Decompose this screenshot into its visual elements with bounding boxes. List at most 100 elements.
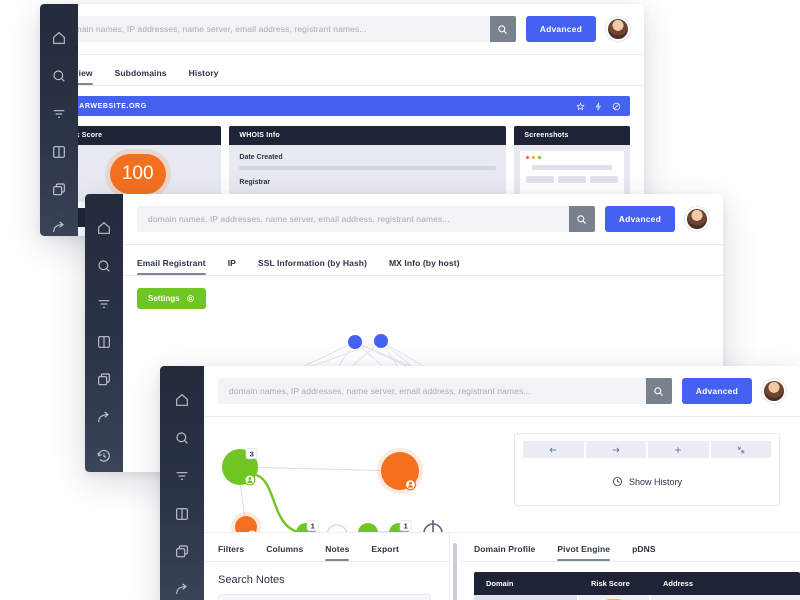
advanced-button[interactable]: Advanced bbox=[681, 378, 752, 404]
search-input[interactable]: domain names, IP addresses, name server,… bbox=[137, 206, 569, 232]
tab-notes[interactable]: Notes bbox=[325, 544, 350, 561]
win3-pane: domain names, IP addresses, name server,… bbox=[204, 366, 800, 600]
card-title: Screenshots bbox=[514, 126, 631, 145]
search-button[interactable] bbox=[489, 16, 516, 42]
tab-email-registrant[interactable]: Email Registrant bbox=[137, 258, 206, 275]
graph-edge bbox=[255, 473, 307, 532]
win2-tabs: Email Registrant IP SSL Information (by … bbox=[123, 245, 723, 275]
win1-search-row: domain names, IP addresses, name server,… bbox=[40, 4, 644, 54]
tab-pdns[interactable]: pDNS bbox=[632, 544, 656, 561]
table-icon[interactable] bbox=[96, 334, 112, 350]
home-icon[interactable] bbox=[174, 392, 190, 408]
filter-icon[interactable] bbox=[96, 296, 112, 312]
thumb-block bbox=[558, 176, 587, 183]
sidebar-win3 bbox=[160, 366, 204, 600]
search-box[interactable]: domain names, IP addresses, name server,… bbox=[54, 16, 516, 42]
avatar[interactable] bbox=[762, 379, 786, 403]
home-icon[interactable] bbox=[96, 220, 112, 236]
search-input[interactable]: domain names, IP addresses, name server,… bbox=[54, 16, 490, 42]
layers-icon[interactable] bbox=[51, 182, 67, 198]
graph-node[interactable] bbox=[348, 335, 362, 349]
layers-icon[interactable] bbox=[96, 372, 112, 388]
collapse-button[interactable] bbox=[710, 441, 771, 458]
column-domain[interactable]: Domain bbox=[474, 579, 579, 588]
table-icon[interactable] bbox=[51, 144, 67, 160]
avatar[interactable] bbox=[685, 207, 709, 231]
target-icon[interactable] bbox=[420, 520, 446, 532]
column-risk-score[interactable]: Risk Score bbox=[579, 579, 651, 588]
search-icon[interactable] bbox=[174, 430, 190, 446]
history-panel: Show History bbox=[514, 433, 780, 506]
search-button[interactable] bbox=[568, 206, 595, 232]
graph-node[interactable] bbox=[374, 334, 388, 348]
advanced-button[interactable]: Advanced bbox=[604, 206, 675, 232]
filter-icon[interactable] bbox=[174, 468, 190, 484]
forward-button[interactable] bbox=[585, 441, 646, 458]
whois-value-placeholder bbox=[239, 166, 497, 170]
thumb-row bbox=[526, 176, 618, 183]
search-icon[interactable] bbox=[51, 68, 67, 84]
notes-search-input[interactable] bbox=[218, 594, 431, 600]
dot-green bbox=[538, 156, 542, 159]
share-arrow-icon[interactable] bbox=[174, 582, 190, 598]
block-icon[interactable] bbox=[612, 102, 621, 111]
graph-node[interactable] bbox=[358, 523, 378, 532]
search-box[interactable]: domain names, IP addresses, name server,… bbox=[137, 206, 595, 232]
user-icon bbox=[244, 474, 256, 486]
share-arrow-icon[interactable] bbox=[51, 220, 67, 236]
tab-filters[interactable]: Filters bbox=[218, 544, 244, 561]
search-box[interactable]: domain names, IP addresses, name server,… bbox=[218, 378, 672, 404]
tab-domain-profile[interactable]: Domain Profile bbox=[474, 544, 535, 561]
tab-pivot-engine[interactable]: Pivot Engine bbox=[557, 544, 610, 561]
search-icon[interactable] bbox=[96, 258, 112, 274]
gear-icon bbox=[186, 295, 194, 302]
sidebar-win1 bbox=[40, 4, 78, 236]
add-button[interactable] bbox=[648, 441, 709, 458]
dot-red bbox=[526, 156, 530, 159]
share-arrow-icon[interactable] bbox=[96, 410, 112, 426]
history-icon[interactable] bbox=[96, 448, 112, 464]
svg-text:1: 1 bbox=[311, 522, 315, 531]
table-row[interactable] bbox=[474, 595, 800, 600]
back-button[interactable] bbox=[523, 441, 584, 458]
pivot-graph-svg[interactable]: 3 1 1 bbox=[218, 417, 498, 532]
history-toolbar bbox=[515, 434, 779, 458]
tab-ip[interactable]: IP bbox=[228, 258, 236, 275]
screenshot-thumbnail[interactable] bbox=[520, 151, 625, 196]
settings-button[interactable]: Settings bbox=[137, 288, 206, 309]
layers-icon[interactable] bbox=[174, 544, 190, 560]
star-icon[interactable] bbox=[576, 101, 585, 111]
advanced-button[interactable]: Advanced bbox=[525, 16, 596, 42]
window-pivot-engine[interactable]: domain names, IP addresses, name server,… bbox=[160, 366, 800, 600]
cell-address bbox=[651, 595, 800, 600]
tab-ssl-information[interactable]: SSL Information (by Hash) bbox=[258, 258, 367, 275]
tab-columns[interactable]: Columns bbox=[266, 544, 303, 561]
pin-icon[interactable] bbox=[594, 102, 603, 111]
pivot-graph[interactable]: 3 1 1 bbox=[204, 417, 504, 532]
search-icon bbox=[577, 214, 587, 224]
search-icon bbox=[654, 386, 664, 396]
divider bbox=[123, 275, 723, 276]
show-history-button[interactable]: Show History bbox=[515, 458, 779, 505]
win3-search-row: domain names, IP addresses, name server,… bbox=[204, 366, 800, 416]
tab-history[interactable]: History bbox=[189, 68, 219, 85]
table-icon[interactable] bbox=[174, 506, 190, 522]
thumb-line bbox=[532, 165, 613, 170]
graph-node[interactable] bbox=[326, 524, 348, 532]
tab-mx-info[interactable]: MX Info (by host) bbox=[389, 258, 460, 275]
search-input[interactable]: domain names, IP addresses, name server,… bbox=[218, 378, 646, 404]
column-address[interactable]: Address bbox=[651, 579, 800, 588]
clock-icon bbox=[612, 476, 623, 487]
search-icon bbox=[498, 24, 508, 34]
search-button[interactable] bbox=[645, 378, 672, 404]
filter-icon[interactable] bbox=[51, 106, 67, 122]
screenshot-stage: domain names, IP addresses, name server,… bbox=[0, 0, 800, 600]
avatar[interactable] bbox=[606, 17, 630, 41]
risk-score-value: 100 bbox=[109, 153, 166, 194]
tab-export[interactable]: Export bbox=[371, 544, 399, 561]
vertical-scrollbar[interactable] bbox=[453, 543, 457, 600]
collapse-icon bbox=[737, 445, 745, 454]
arrow-right-icon bbox=[612, 447, 620, 452]
tab-subdomains[interactable]: Subdomains bbox=[115, 68, 167, 85]
home-icon[interactable] bbox=[51, 30, 67, 46]
